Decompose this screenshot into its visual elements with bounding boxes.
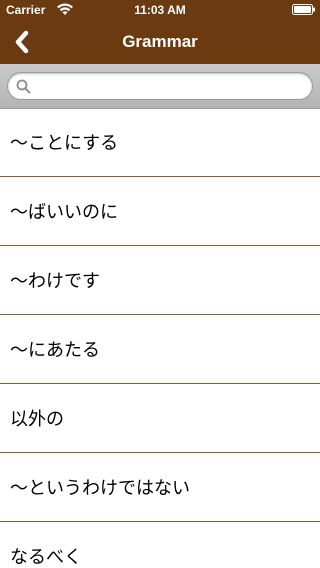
navigation-bar: Grammar (0, 20, 320, 64)
search-bar (0, 64, 320, 109)
list-item[interactable]: なるべく (0, 522, 320, 568)
search-input[interactable] (36, 76, 306, 98)
battery-icon (292, 4, 315, 15)
list-item[interactable]: 以外の (0, 384, 320, 453)
list-item[interactable]: 〜ことにする (0, 108, 320, 177)
status-bar: Carrier 11:03 AM (0, 0, 320, 20)
status-time: 11:03 AM (134, 3, 186, 17)
page-title: Grammar (122, 32, 198, 51)
list-item[interactable]: 〜にあたる (0, 315, 320, 384)
chevron-left-icon (15, 30, 29, 54)
search-field[interactable] (7, 72, 313, 100)
search-icon (16, 79, 31, 94)
list-item[interactable]: 〜というわけではない (0, 453, 320, 522)
list-item[interactable]: 〜ばいいのに (0, 177, 320, 246)
grammar-list: 〜ことにする 〜ばいいのに 〜わけです 〜にあたる 以外の 〜というわけではない… (0, 108, 320, 568)
back-button[interactable] (8, 28, 36, 56)
list-item[interactable]: 〜わけです (0, 246, 320, 315)
